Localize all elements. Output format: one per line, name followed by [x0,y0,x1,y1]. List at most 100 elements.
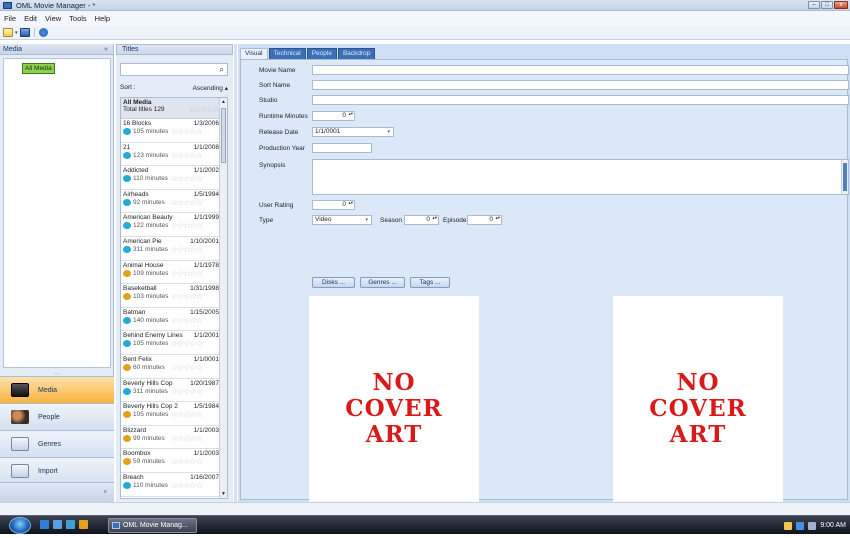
rating-stars-icon[interactable]: ☆☆☆☆☆ [171,269,203,277]
list-item[interactable]: Bridget Jones The...1/19/2004☆☆☆☆☆ [121,497,221,499]
menu-view[interactable]: View [45,14,61,23]
spin-arrows-icon[interactable]: ▴▾ [432,215,437,220]
chevron-down-icon[interactable]: ▾ [387,128,390,136]
list-item[interactable]: Behind Enemy Lines 1/1/2001 105 minutes ☆☆☆… [121,331,221,355]
show-desktop-icon[interactable] [53,520,62,529]
scroll-down-icon[interactable]: ▼ [221,491,226,497]
titles-scrollbar[interactable]: ▲ ▼ [219,98,227,498]
media-player-icon[interactable] [79,520,88,529]
tags-button[interactable]: Tags ... [410,277,450,288]
tree-item-all-media[interactable]: All Media [22,63,55,74]
clock[interactable]: 9:00 AM [820,522,846,529]
network-icon[interactable] [796,521,805,530]
tray-alert-icon[interactable] [784,521,793,530]
rating-stars-icon[interactable]: ☆☆☆☆☆ [171,198,203,206]
list-item[interactable]: Beverly Hills Cop 1/20/1987 311 minutes ☆☆☆… [121,379,221,403]
synopsis-field[interactable] [312,159,849,195]
nav-import[interactable]: Import [0,457,114,484]
rating-stars-icon[interactable]: ☆☆☆☆☆ [171,387,203,395]
menu-file[interactable]: File [4,14,16,23]
genres-button[interactable]: Genres ... [360,277,405,288]
movie-name-field[interactable] [312,65,849,75]
episode-stepper[interactable]: 0 ▴▾ [467,215,502,225]
ie-icon[interactable] [40,520,49,529]
spin-arrows-icon[interactable]: ▴▾ [495,215,500,220]
rating-stars-icon[interactable]: ☆☆☆☆☆ [188,106,220,114]
help-icon[interactable] [38,28,48,37]
runtime-stepper[interactable]: 0 ▴▾ [312,111,355,121]
list-item[interactable]: 21 1/1/2008 123 minutes ☆☆☆☆☆ [121,143,221,167]
rating-stars-icon[interactable]: ☆☆☆☆☆ [171,293,203,301]
production-year-field[interactable] [312,143,372,153]
scroll-thumb[interactable] [221,108,226,163]
nav-overflow-icon[interactable]: ˅ [0,482,114,502]
nav-people[interactable]: People [0,403,114,430]
type-dropdown[interactable]: Video ▾ [312,215,372,225]
all-media-summary[interactable]: All Media Total titles 129 ☆☆☆☆☆ [121,98,221,119]
synopsis-scroll-thumb[interactable] [843,163,847,191]
new-icon[interactable] [3,28,13,37]
tab-backdrop[interactable]: Backdrop [337,48,376,59]
release-date-picker[interactable]: 1/1/0001 ▾ [312,127,394,137]
synopsis-scrollbar[interactable] [841,160,848,194]
rating-stars-icon[interactable]: ☆☆☆☆☆ [171,458,203,466]
rating-stars-icon[interactable]: ☆☆☆☆☆ [171,316,203,324]
list-item[interactable]: 16 Blocks 1/3/2006 105 minutes ☆☆☆☆☆ [121,119,221,143]
new-dropdown-icon[interactable]: ▾ [15,30,18,36]
volume-icon[interactable] [808,521,817,530]
season-stepper[interactable]: 0 ▴▾ [404,215,439,225]
scroll-up-icon[interactable]: ▲ [221,99,226,105]
save-icon[interactable] [19,28,30,37]
rating-stars-icon[interactable]: ☆☆☆☆☆ [171,411,203,419]
rating-stars-icon[interactable]: ☆☆☆☆☆ [171,481,203,489]
spin-arrows-icon[interactable]: ▴▾ [348,200,353,205]
list-item[interactable]: Baseketball 1/31/1998 103 minutes ☆☆☆☆☆ [121,284,221,308]
list-item[interactable]: Beverly Hills Cop 2 1/5/1984 105 minutes ☆☆… [121,402,221,426]
list-item[interactable]: Breach 1/16/2007 110 minutes ☆☆☆☆☆ [121,473,221,497]
studio-field[interactable] [312,95,849,105]
menu-tools[interactable]: Tools [69,14,87,23]
list-item[interactable]: Animal House 1/1/1978 109 minutes ☆☆☆☆☆ [121,261,221,285]
list-item[interactable]: Batman 1/15/2005 140 minutes ☆☆☆☆☆ [121,308,221,332]
rating-stars-icon[interactable]: ☆☆☆☆☆ [171,245,203,253]
list-item[interactable]: Addicted 1/1/2002 110 minutes ☆☆☆☆☆ [121,166,221,190]
rating-stars-icon[interactable]: ☆☆☆☆☆ [171,175,203,183]
rating-stars-icon[interactable]: ☆☆☆☆☆ [171,128,203,136]
close-button[interactable]: x [834,1,848,9]
start-orb-icon[interactable] [9,517,31,534]
rating-stars-icon[interactable]: ☆☆☆☆☆ [171,434,203,442]
menu-edit[interactable]: Edit [24,14,37,23]
panel-splitter[interactable] [234,44,237,502]
rating-stars-icon[interactable]: ☆☆☆☆☆ [171,340,203,348]
user-rating-stepper[interactable]: 0 ▴▾ [312,200,355,210]
tab-visual[interactable]: Visual [240,48,268,59]
rating-stars-icon[interactable]: ☆☆☆☆☆ [171,222,203,230]
list-item[interactable]: Blizzard 1/1/2003 99 minutes ☆☆☆☆☆ [121,426,221,450]
maximize-button[interactable]: □ [821,1,833,9]
nav-genres[interactable]: Genres [0,430,114,457]
chevron-down-icon[interactable]: ▾ [365,216,368,224]
spin-arrows-icon[interactable]: ▴▾ [348,111,353,116]
menu-help[interactable]: Help [95,14,110,23]
taskbar-item-oml-movie-manager[interactable]: OML Movie Manag... [108,518,197,533]
sort-name-field[interactable] [312,80,849,90]
sort-order-toggle[interactable]: Ascending ▴ [193,84,228,95]
list-item[interactable]: Bent Felix 1/1/0001 60 minutes ☆☆☆☆☆ [121,355,221,379]
disks-button[interactable]: Disks ... [312,277,355,288]
list-item[interactable]: Boombox 1/1/2003 59 minutes ☆☆☆☆☆ [121,449,221,473]
list-item[interactable]: Airheads 1/5/1994 92 minutes ☆☆☆☆☆ [121,190,221,214]
minimize-button[interactable]: – [808,1,820,9]
search-icon[interactable]: ⌕ [220,65,224,75]
list-item[interactable]: American Pie 1/10/2001 311 minutes ☆☆☆☆☆ [121,237,221,261]
tab-technical[interactable]: Technical [268,48,306,59]
movie-title: American Beauty [123,214,173,222]
nav-media[interactable]: Media [0,376,114,403]
list-item[interactable]: American Beauty 1/1/1999 122 minutes ☆☆☆☆☆ [121,213,221,237]
app-icon [3,2,12,9]
switch-windows-icon[interactable] [66,520,75,529]
search-input[interactable]: ⌕ [120,63,228,76]
rating-stars-icon[interactable]: ☆☆☆☆☆ [171,363,203,371]
rating-stars-icon[interactable]: ☆☆☆☆☆ [171,151,203,159]
collapse-icon[interactable]: « [104,44,108,55]
tab-people[interactable]: People [306,48,337,59]
